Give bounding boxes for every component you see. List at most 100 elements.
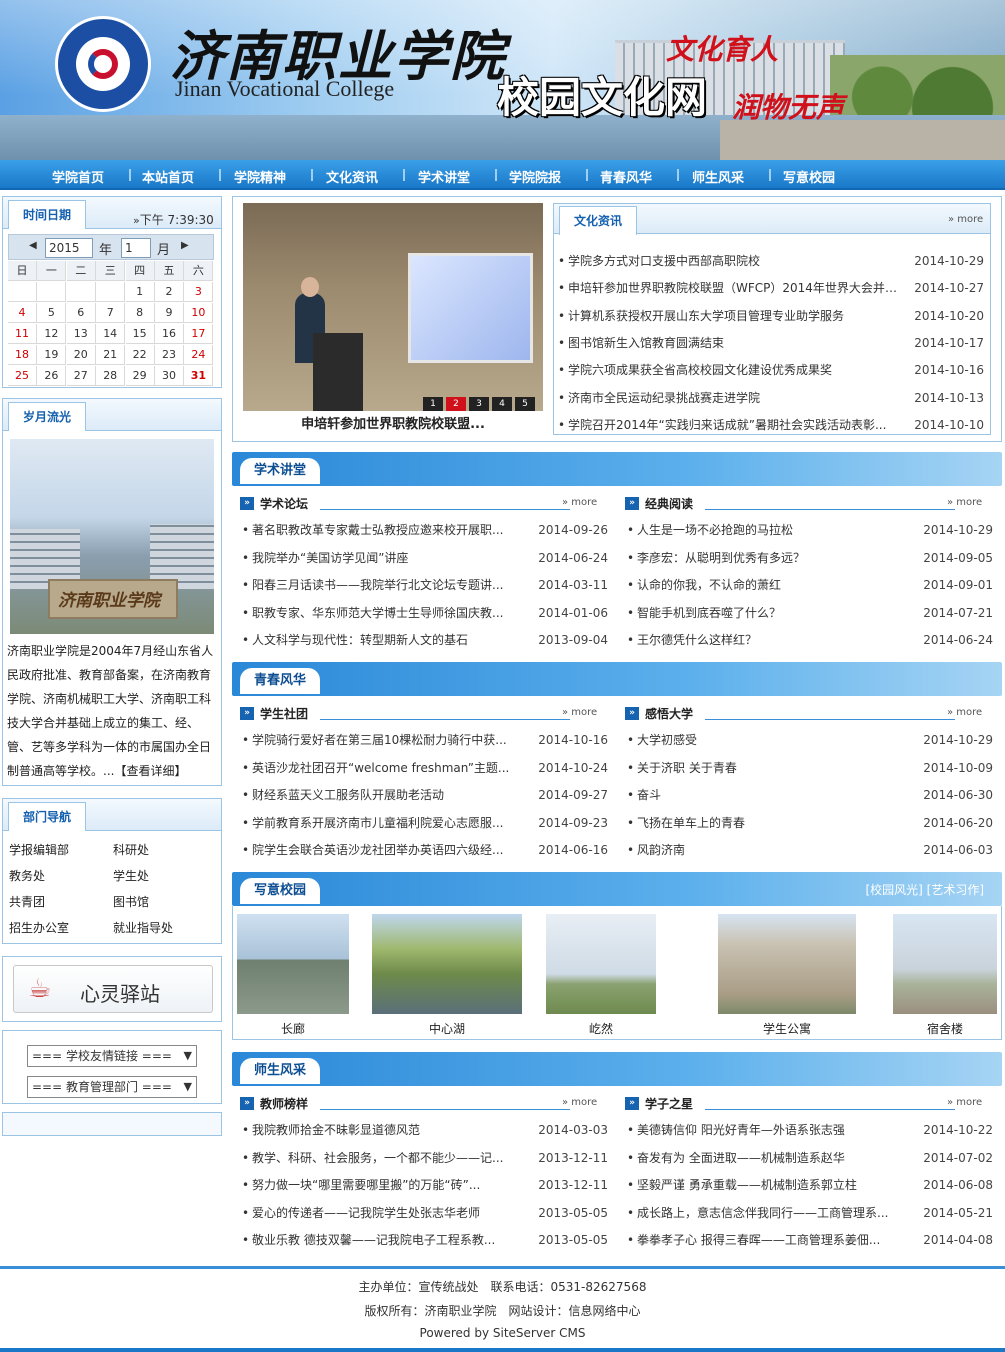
list-title-link[interactable]: 美德铸信仰 阳光好青年—外语系张志强 <box>637 1121 897 1139</box>
campus-gate-photo[interactable]: 济南职业学院 <box>10 439 214 634</box>
calendar-day[interactable]: 31 <box>184 366 214 386</box>
news-title-link[interactable]: 图书馆新生入馆教育圆满结束 <box>568 334 898 352</box>
calendar-day[interactable]: 27 <box>66 366 96 386</box>
sub-section-title[interactable]: 教师榜样 <box>260 1095 308 1112</box>
slideshow-page-button[interactable]: 5 <box>515 397 535 411</box>
dept-link[interactable]: 科研处 <box>113 841 149 858</box>
list-title-link[interactable]: 我院举办“美国访学见闻”讲座 <box>252 549 512 567</box>
calendar-day[interactable]: 6 <box>66 303 96 323</box>
list-title-link[interactable]: 成长路上，意志信念伴我同行——工商管理系... <box>637 1204 897 1222</box>
calendar-day[interactable]: 14 <box>96 324 126 344</box>
calendar-day[interactable]: 20 <box>66 345 96 365</box>
more-link[interactable]: » more <box>947 707 982 718</box>
list-title-link[interactable]: 大学初感受 <box>637 731 897 749</box>
campus-photo[interactable] <box>372 914 522 1014</box>
slideshow-image[interactable] <box>243 203 543 411</box>
calendar-day[interactable]: 29 <box>125 366 155 386</box>
nav-item-1[interactable]: 学院首页 <box>52 167 104 186</box>
more-link[interactable]: » more <box>562 497 597 508</box>
calendar-day[interactable]: 4 <box>8 303 37 323</box>
year-input[interactable]: 2015 <box>45 238 93 258</box>
list-title-link[interactable]: 爱心的传递者——记我院学生处张志华老师 <box>252 1204 512 1222</box>
list-title-link[interactable]: 阳春三月话读书——我院举行北文论坛专题讲... <box>252 576 512 594</box>
list-title-link[interactable]: 认命的你我，不认命的萧红 <box>637 576 897 594</box>
list-title-link[interactable]: 我院教师拾金不昧彰显道德风范 <box>252 1121 512 1139</box>
list-title-link[interactable]: 奋斗 <box>637 786 897 804</box>
next-month-icon[interactable]: ▶ <box>181 240 189 251</box>
friend-links-select[interactable]: === 学校友情链接 === ▼ <box>27 1045 197 1067</box>
list-title-link[interactable]: 飞扬在单车上的青春 <box>637 814 897 832</box>
nav-item-5[interactable]: 学术讲堂 <box>418 167 470 186</box>
list-title-link[interactable]: 李彦宏：从聪明到优秀有多远？ <box>637 549 897 567</box>
nav-item-8[interactable]: 师生风采 <box>692 167 744 186</box>
news-title-link[interactable]: 计算机系获授权开展山东大学项目管理专业助学服务 <box>568 307 898 325</box>
list-title-link[interactable]: 院学生会联合英语沙龙社团举办英语四六级经... <box>252 841 512 859</box>
calendar-day[interactable]: 13 <box>66 324 96 344</box>
dept-link[interactable]: 教务处 <box>9 867 45 884</box>
xinling-link[interactable]: ☕ 心灵驿站 <box>13 965 213 1013</box>
calendar-day[interactable]: 5 <box>37 303 67 323</box>
prev-month-icon[interactable]: ◀ <box>29 240 37 251</box>
calendar-day[interactable]: 10 <box>184 303 214 323</box>
slideshow-page-button[interactable]: 1 <box>423 397 443 411</box>
calendar-day[interactable]: 3 <box>184 282 214 302</box>
sub-section-title[interactable]: 学生社团 <box>260 705 308 722</box>
nav-item-3[interactable]: 学院精神 <box>234 167 286 186</box>
list-title-link[interactable]: 著名职教改革专家戴士弘教授应邀来校开展职... <box>252 521 512 539</box>
slideshow-page-button[interactable]: 3 <box>469 397 489 411</box>
culture-more-link[interactable]: » more <box>948 214 983 225</box>
news-title-link[interactable]: 学院六项成果获全省高校校园文化建设优秀成果奖 <box>568 361 898 379</box>
news-title-link[interactable]: 申培轩参加世界职教院校联盟（WFCP）2014年世界大会并在... <box>568 279 898 297</box>
sub-section-title[interactable]: 学术论坛 <box>260 495 308 512</box>
calendar-day[interactable]: 7 <box>96 303 126 323</box>
campus-photo[interactable] <box>718 914 856 1014</box>
slideshow-caption[interactable]: 申培轩参加世界职教院校联盟... <box>243 413 543 432</box>
more-link[interactable]: » more <box>947 497 982 508</box>
calendar-day[interactable]: 25 <box>8 366 37 386</box>
calendar-day[interactable]: 19 <box>37 345 67 365</box>
campus-category-links[interactable]: [校园风光] [艺术习作] <box>865 881 984 898</box>
campus-photo-caption[interactable]: 长廊 <box>237 1020 349 1037</box>
list-title-link[interactable]: 智能手机到底吞噬了什么？ <box>637 604 897 622</box>
calendar-day[interactable]: 16 <box>155 324 184 344</box>
campus-photo[interactable] <box>546 914 656 1014</box>
list-title-link[interactable]: 职教专家、华东师范大学博士生导师徐国庆教... <box>252 604 512 622</box>
dept-link[interactable]: 招生办公室 <box>9 919 69 936</box>
news-title-link[interactable]: 学院召开2014年“实践归来话成就”暑期社会实践活动表彰... <box>568 416 898 434</box>
more-link[interactable]: » more <box>562 707 597 718</box>
list-title-link[interactable]: 坚毅严谨 勇承重载——机械制造系郭立柱 <box>637 1176 897 1194</box>
list-title-link[interactable]: 王尔德凭什么这样红？ <box>637 631 897 649</box>
tab-culture-news[interactable]: 文化资讯 <box>559 206 638 235</box>
edu-depts-select[interactable]: === 教育管理部门 === ▼ <box>27 1076 197 1098</box>
list-title-link[interactable]: 学前教育系开展济南市儿童福利院爱心志愿服... <box>252 814 512 832</box>
slideshow-page-button[interactable]: 2 <box>446 397 466 411</box>
campus-photo[interactable] <box>237 914 349 1014</box>
footer-powered[interactable]: Powered by SiteServer CMS <box>0 1326 1005 1340</box>
list-title-link[interactable]: 人生是一场不必抢跑的马拉松 <box>637 521 897 539</box>
calendar-day[interactable]: 18 <box>8 345 37 365</box>
news-title-link[interactable]: 济南市全民运动纪录挑战赛走进学院 <box>568 389 898 407</box>
campus-photo-caption[interactable]: 屹然 <box>546 1020 656 1037</box>
list-title-link[interactable]: 风韵济南 <box>637 841 897 859</box>
month-input[interactable]: 1 <box>121 238 151 258</box>
calendar-day[interactable]: 12 <box>37 324 67 344</box>
calendar-day[interactable]: 15 <box>125 324 155 344</box>
nav-item-9[interactable]: 写意校园 <box>783 167 835 186</box>
dept-link[interactable]: 学报编辑部 <box>9 841 69 858</box>
more-link[interactable]: » more <box>562 1097 597 1108</box>
calendar-day[interactable]: 1 <box>125 282 155 302</box>
calendar-day[interactable]: 24 <box>184 345 214 365</box>
calendar-day[interactable]: 21 <box>96 345 126 365</box>
campus-photo-caption[interactable]: 学生公寓 <box>718 1020 856 1037</box>
calendar-day[interactable]: 17 <box>184 324 214 344</box>
calendar-day[interactable]: 11 <box>8 324 37 344</box>
calendar-day[interactable]: 26 <box>37 366 67 386</box>
list-title-link[interactable]: 关于济职 关于青春 <box>637 759 897 777</box>
list-title-link[interactable]: 敬业乐教 德技双馨——记我院电子工程系教... <box>252 1231 512 1249</box>
calendar-day[interactable]: 9 <box>155 303 184 323</box>
more-link[interactable]: » more <box>947 1097 982 1108</box>
list-title-link[interactable]: 学院骑行爱好者在第三届10棵松耐力骑行中获... <box>252 731 512 749</box>
sub-section-title[interactable]: 经典阅读 <box>645 495 693 512</box>
nav-item-6[interactable]: 学院院报 <box>509 167 561 186</box>
dept-link[interactable]: 学生处 <box>113 867 149 884</box>
